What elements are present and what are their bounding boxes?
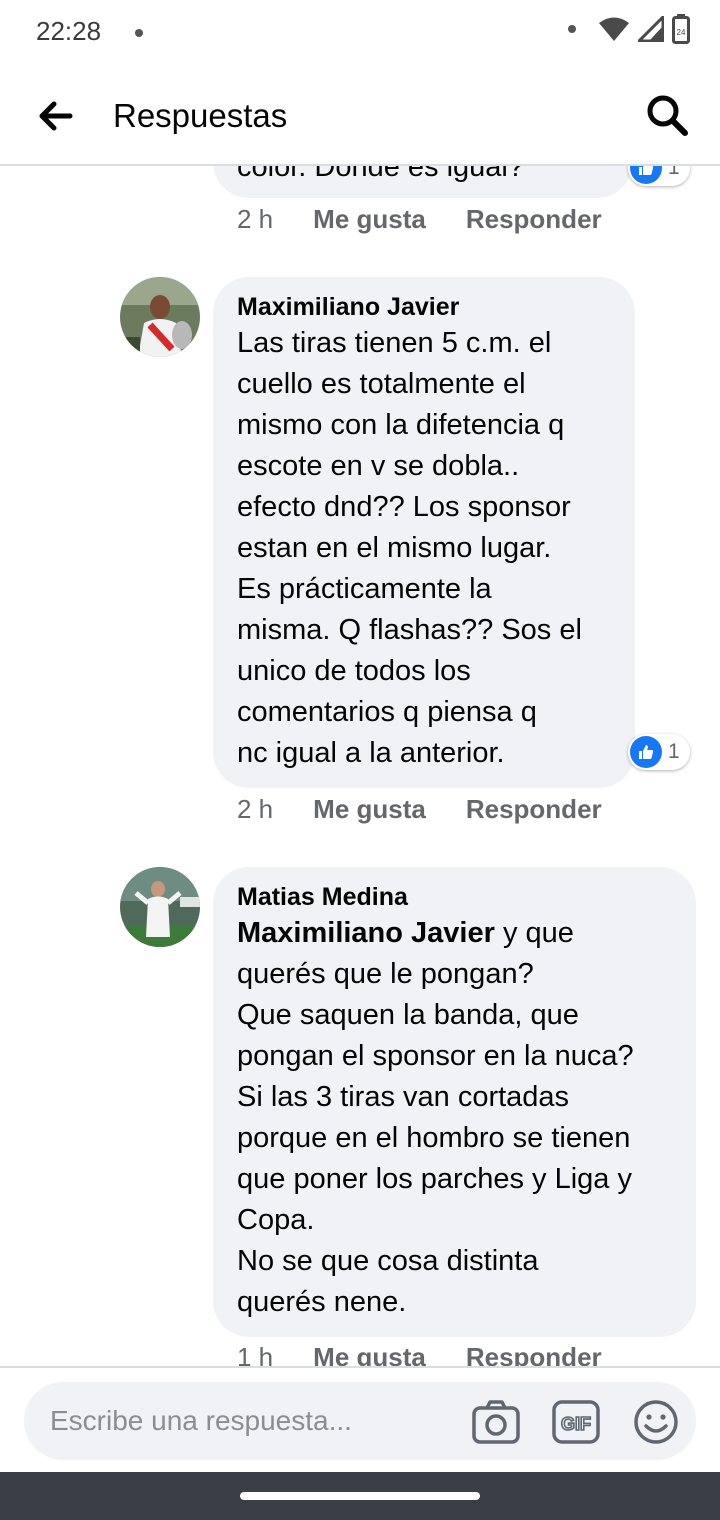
like-icon [630, 166, 662, 184]
status-icons: 24 [568, 14, 690, 44]
avatar-image [120, 867, 200, 947]
battery-icon: 24 [672, 14, 690, 44]
avatar[interactable] [120, 277, 200, 357]
search-icon [647, 95, 688, 136]
comment-actions: 1 h Me gusta Responder [237, 1342, 642, 1366]
page-title: Respuestas [113, 97, 288, 134]
notification-dot-icon [568, 25, 576, 33]
comment-bubble: Maximiliano Javier Las tiras tienen 5 c.… [213, 277, 635, 788]
mention-link[interactable]: Maximiliano Javier [237, 917, 495, 949]
reply-composer-bar: GIF [0, 1366, 720, 1474]
back-button[interactable] [34, 94, 78, 138]
emoji-button[interactable] [630, 1396, 682, 1448]
avatar-image [120, 277, 200, 357]
back-arrow-icon [39, 101, 73, 131]
like-button[interactable]: Me gusta [313, 1342, 426, 1366]
svg-text:24: 24 [677, 28, 686, 37]
status-bar: 22:28 24 [0, 0, 720, 66]
comment-text-body: y que querés que le pongan? Que saquen l… [237, 917, 634, 1318]
home-gesture-handle[interactable] [240, 1492, 480, 1500]
svg-text:GIF: GIF [561, 1414, 591, 1434]
like-icon [630, 736, 662, 768]
comment-text: color. Donde es igual? [237, 166, 524, 183]
app-header: Respuestas [0, 66, 720, 166]
comment-text: Las tiras tienen 5 c.m. el cuello es tot… [237, 327, 582, 769]
comment-time: 2 h [237, 204, 274, 234]
comment-actions: 2 h Me gusta Responder [237, 204, 642, 235]
notification-dot-icon [135, 29, 143, 37]
replies-list[interactable]: color. Donde es igual? 1 2 h Me gusta Re… [0, 166, 720, 1366]
signal-icon [638, 16, 664, 42]
reaction-badge[interactable]: 1 [628, 734, 690, 770]
reply-composer: GIF [24, 1382, 696, 1460]
reaction-count: 1 [668, 740, 680, 763]
comment-time: 2 h [237, 794, 274, 824]
like-button[interactable]: Me gusta [313, 794, 426, 825]
reply-input[interactable] [48, 1400, 452, 1442]
camera-button[interactable] [470, 1396, 522, 1448]
comment-time: 1 h [237, 1342, 274, 1366]
reply-button[interactable]: Responder [466, 1342, 602, 1366]
comment-author[interactable]: Maximiliano Javier [237, 291, 611, 323]
avatar[interactable] [120, 867, 200, 947]
comment-text: Maximiliano Javier y que querés que le p… [237, 913, 672, 1323]
comment-author[interactable]: Matias Medina [237, 881, 672, 913]
gif-button[interactable]: GIF [550, 1396, 602, 1448]
search-button[interactable] [644, 92, 690, 138]
comment-actions: 2 h Me gusta Responder [237, 794, 642, 825]
reaction-badge[interactable]: 1 [628, 166, 690, 186]
reply-button[interactable]: Responder [466, 794, 602, 825]
system-nav-bar [0, 1472, 720, 1520]
camera-icon [472, 1400, 520, 1444]
like-button[interactable]: Me gusta [313, 204, 426, 235]
gif-icon: GIF [552, 1400, 600, 1444]
comment-bubble: Matias Medina Maximiliano Javier y que q… [213, 867, 696, 1337]
reply-button[interactable]: Responder [466, 204, 602, 235]
status-time: 22:28 [36, 16, 102, 46]
emoji-icon [634, 1400, 678, 1444]
wifi-icon [599, 17, 629, 41]
comment-bubble: color. Donde es igual? [213, 166, 633, 198]
reaction-count: 1 [668, 166, 680, 179]
